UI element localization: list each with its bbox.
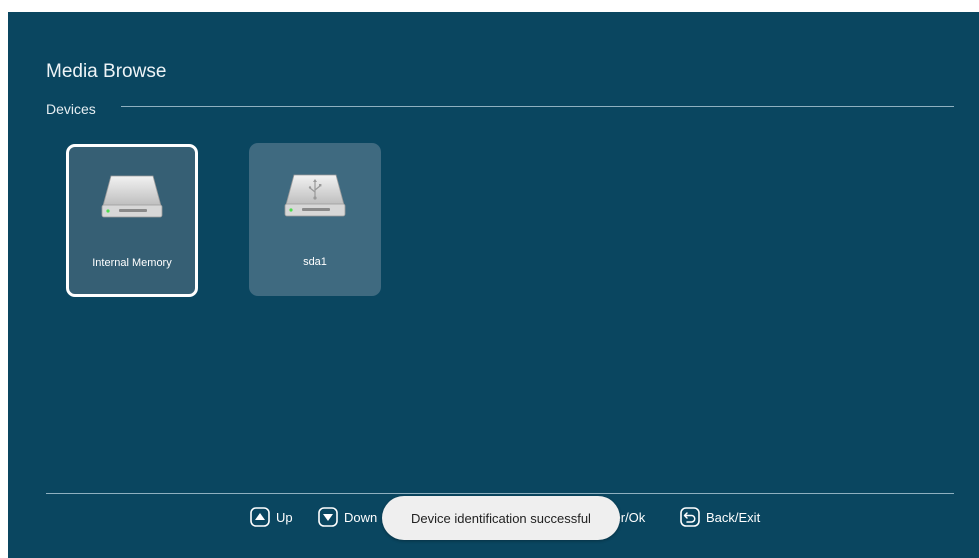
hard-drive-icon <box>101 175 163 218</box>
back-icon <box>680 507 700 527</box>
hint-up: Up <box>250 506 293 528</box>
device-label: Internal Memory <box>92 257 172 269</box>
device-label: sda1 <box>303 256 327 268</box>
page-title: Media Browse <box>46 61 167 82</box>
down-arrow-icon <box>318 507 338 527</box>
hint-label: Up <box>276 509 293 525</box>
section-divider <box>121 106 954 107</box>
devices-section-label: Devices <box>46 101 96 117</box>
hint-label: Down <box>344 509 378 525</box>
usb-drive-icon <box>284 174 346 217</box>
footer-divider <box>46 493 954 494</box>
device-tile-sda1[interactable]: sda1 <box>249 143 381 296</box>
hint-back-exit: Back/Exit <box>680 506 760 528</box>
toast-message: Device identification successful <box>411 510 591 526</box>
toast-notification: Device identification successful <box>382 496 620 540</box>
hint-down: Down <box>318 506 377 528</box>
device-tile-internal-memory[interactable]: Internal Memory <box>66 144 198 297</box>
media-browse-screen: Media Browse Devices Internal Memory sda… <box>8 12 979 558</box>
up-arrow-icon <box>250 507 270 527</box>
hint-label: Back/Exit <box>706 509 761 525</box>
